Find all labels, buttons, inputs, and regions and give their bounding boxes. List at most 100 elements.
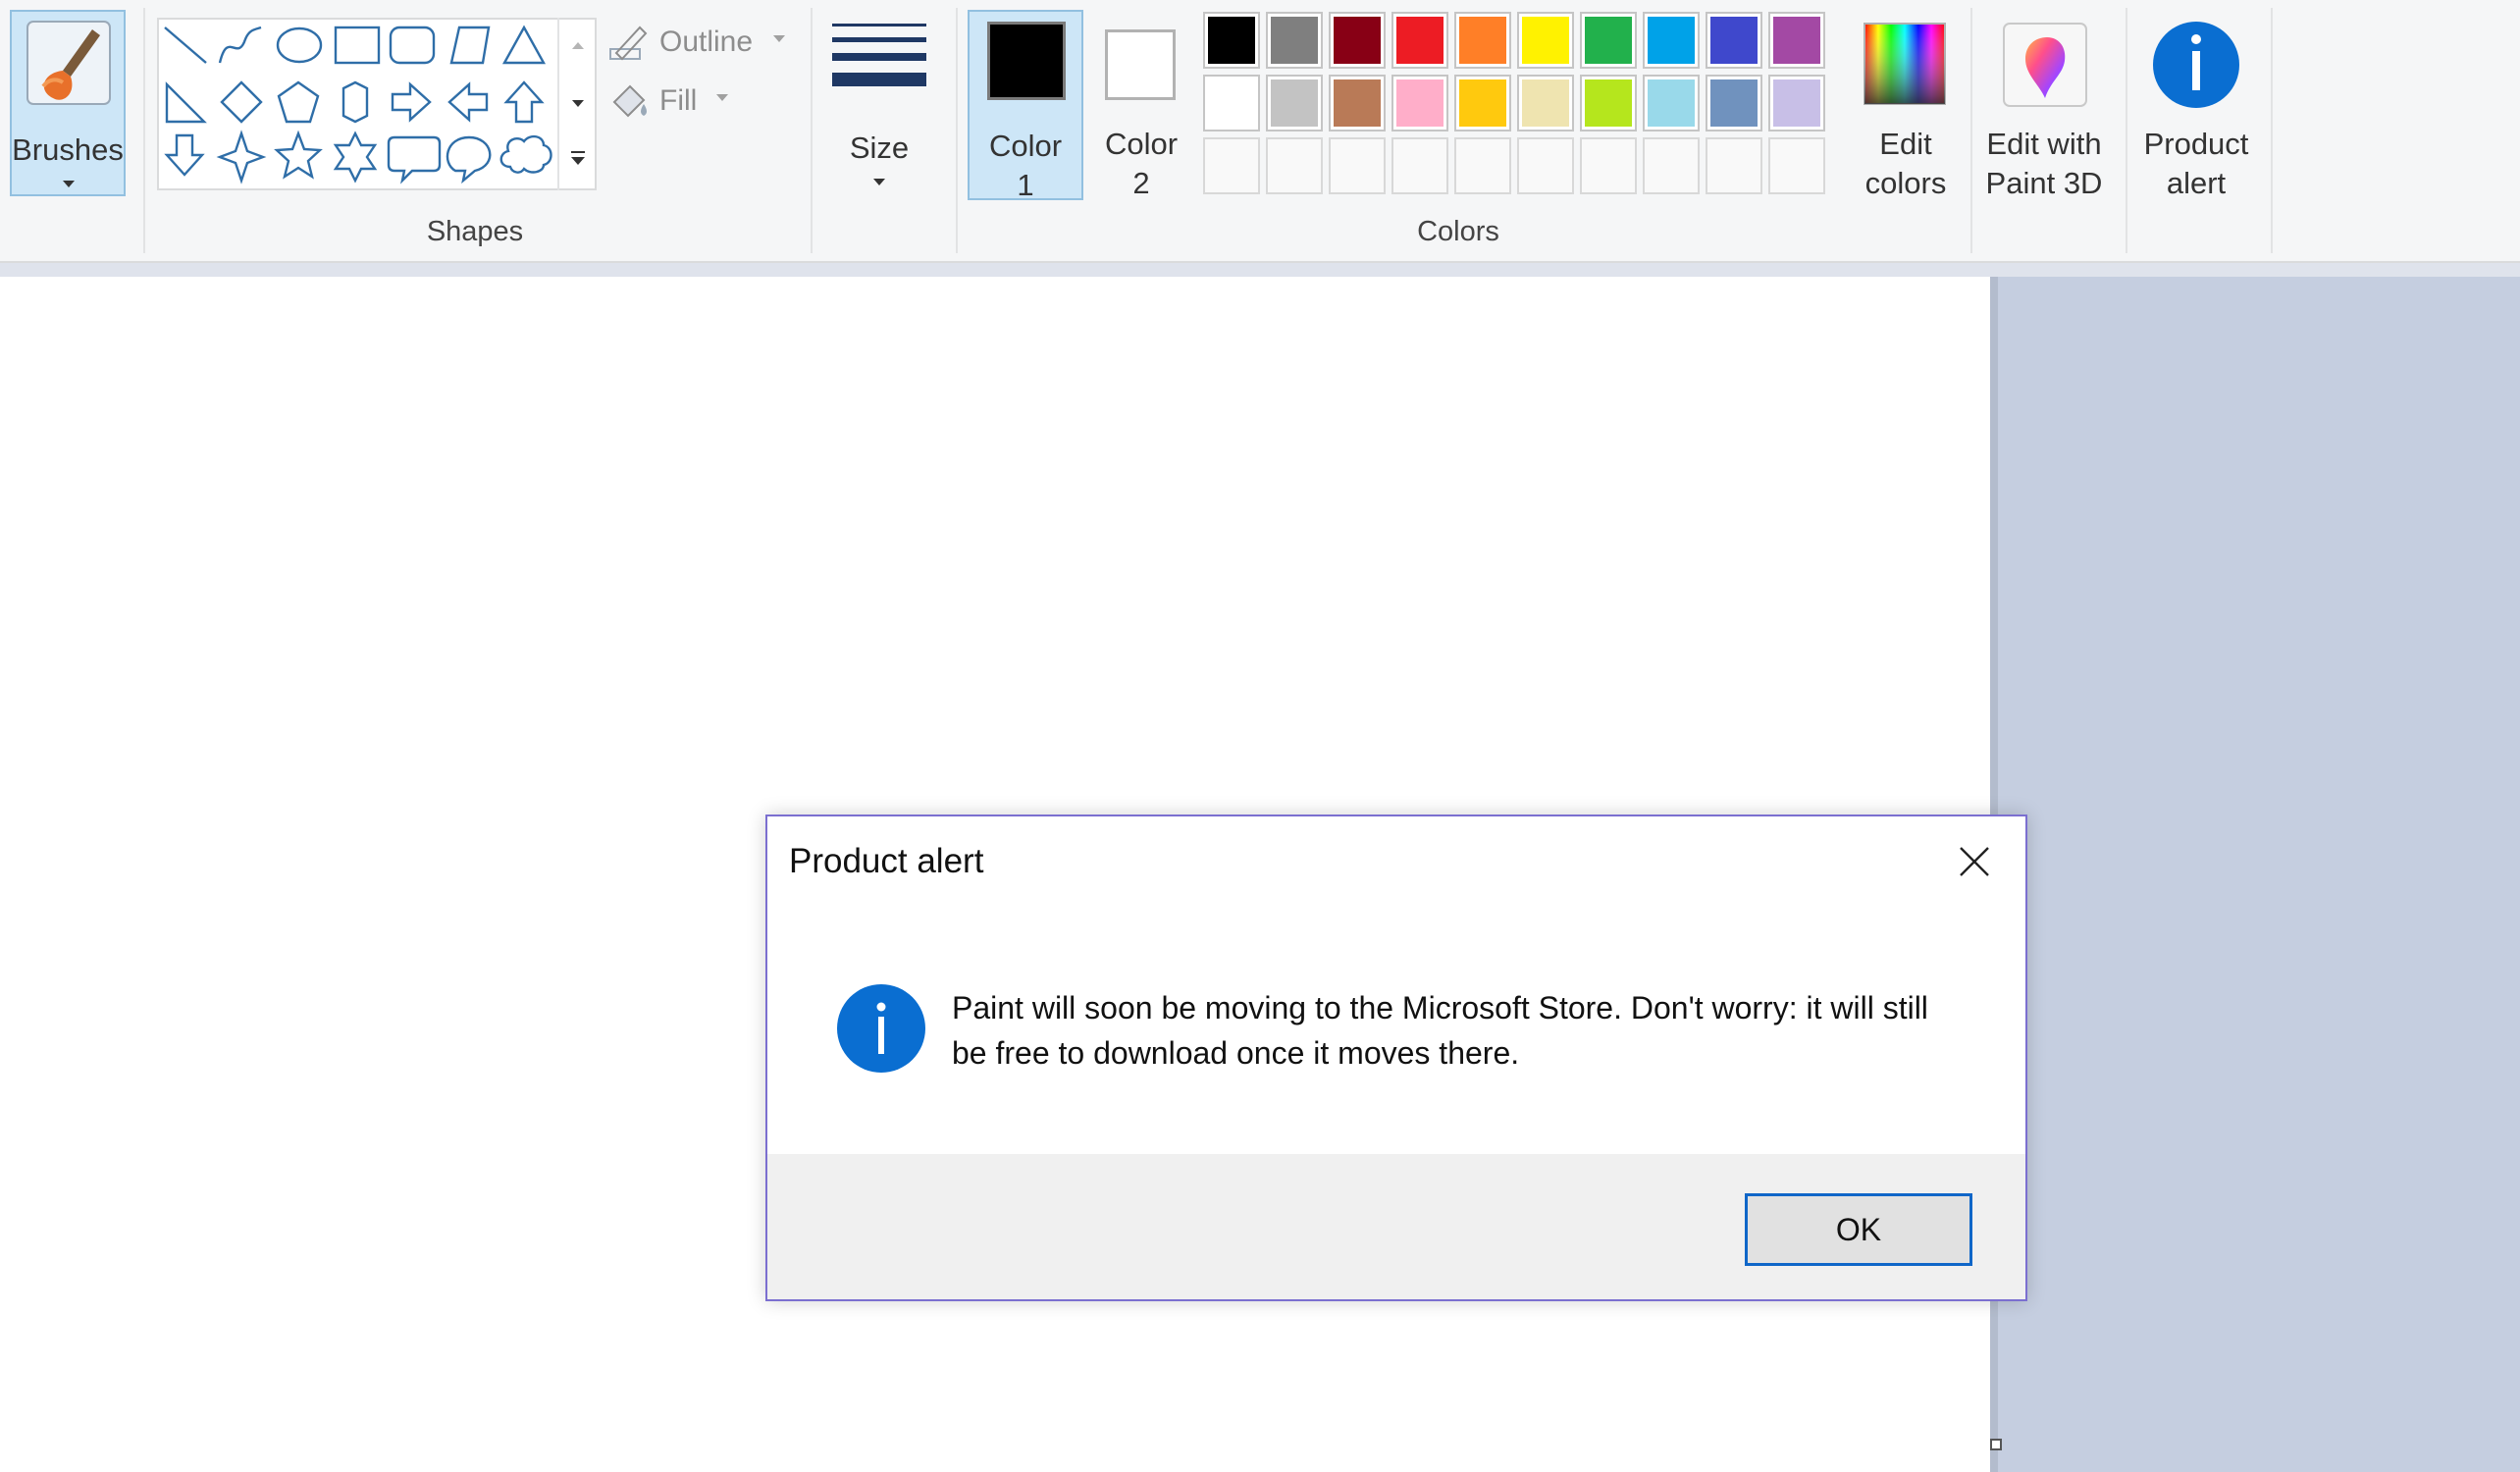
shapes-group-label: Shapes <box>426 216 524 247</box>
shapes-gallery-scrollbar <box>557 18 597 190</box>
palette-custom-slot[interactable] <box>1517 137 1574 194</box>
palette-custom-slot[interactable] <box>1454 137 1511 194</box>
pentagon-icon[interactable] <box>277 80 320 124</box>
palette-color-swatch[interactable] <box>1391 75 1448 131</box>
palette-custom-slot[interactable] <box>1329 137 1386 194</box>
product-alert-button[interactable]: Product alert <box>2133 10 2259 200</box>
palette-custom-slot[interactable] <box>1768 137 1825 194</box>
four-point-star-icon[interactable] <box>216 130 267 184</box>
up-arrow-icon[interactable] <box>503 80 545 124</box>
group-separator <box>1970 8 1972 253</box>
palette-custom-slot[interactable] <box>1643 137 1700 194</box>
scroll-up-button[interactable] <box>559 18 597 71</box>
product-alert-dialog: Product alert Paint will soon be moving … <box>765 815 2027 1301</box>
right-arrow-icon[interactable] <box>391 81 432 123</box>
edit-colors-button[interactable]: Edit colors <box>1845 10 1967 200</box>
right-triangle-icon[interactable] <box>165 81 207 124</box>
color1-button[interactable]: Color 1 <box>968 10 1083 202</box>
palette-color-swatch[interactable] <box>1203 75 1260 131</box>
color2-label-line1: Color <box>1104 127 1179 161</box>
ribbon-bottom-border <box>0 263 2520 277</box>
palette-color-swatch[interactable] <box>1266 12 1323 69</box>
palette-custom-slot[interactable] <box>1706 137 1762 194</box>
fill-button[interactable]: Fill <box>606 79 734 124</box>
group-separator <box>811 8 813 253</box>
edit-colors-line2: colors <box>1864 166 1947 200</box>
palette-color-swatch[interactable] <box>1643 75 1700 131</box>
palette-color-swatch[interactable] <box>1580 75 1637 131</box>
palette-color-swatch[interactable] <box>1454 75 1511 131</box>
palette-custom-slot[interactable] <box>1266 137 1323 194</box>
palette-color-swatch[interactable] <box>1643 12 1700 69</box>
color1-swatch <box>987 22 1066 100</box>
gallery-expand-button[interactable] <box>559 133 597 186</box>
palette-color-swatch[interactable] <box>1768 12 1825 69</box>
five-point-star-icon[interactable] <box>274 130 323 180</box>
color1-label-line2: 1 <box>1017 168 1034 202</box>
palette-color-swatch[interactable] <box>1517 12 1574 69</box>
ok-button[interactable]: OK <box>1745 1193 1972 1266</box>
trapezoid-icon[interactable] <box>449 26 491 65</box>
scroll-down-button[interactable] <box>559 77 597 130</box>
color-spectrum-icon <box>1864 23 1946 105</box>
outline-button[interactable]: Outline <box>606 20 789 65</box>
close-icon[interactable] <box>1955 842 1994 881</box>
canvas-resize-handle[interactable] <box>1990 1439 2002 1450</box>
palette-color-swatch[interactable] <box>1706 12 1762 69</box>
palette-color-swatch[interactable] <box>1517 75 1574 131</box>
rectangle-icon[interactable] <box>334 26 381 65</box>
palette-color-swatch[interactable] <box>1266 75 1323 131</box>
size-label: Size <box>849 131 910 165</box>
outline-pencil-icon <box>609 26 648 61</box>
group-separator <box>956 8 958 253</box>
rounded-callout-icon[interactable] <box>387 135 442 184</box>
palette-color-swatch[interactable] <box>1329 75 1386 131</box>
hexagon-icon[interactable] <box>341 80 369 124</box>
palette-color-swatch[interactable] <box>1329 12 1386 69</box>
brushes-label: Brushes <box>12 132 124 167</box>
paint3d-line1: Edit with <box>1986 127 2102 161</box>
paint3d-icon <box>2003 23 2087 107</box>
fill-bucket-icon <box>612 84 647 118</box>
palette-color-swatch[interactable] <box>1203 12 1260 69</box>
outline-label: Outline <box>659 26 754 58</box>
palette-custom-slot[interactable] <box>1203 137 1260 194</box>
product-alert-line2: alert <box>2166 166 2227 200</box>
palette-color-swatch[interactable] <box>1391 12 1448 69</box>
palette-color-swatch[interactable] <box>1580 12 1637 69</box>
shapes-grid <box>164 25 552 184</box>
chevron-down-icon <box>716 94 728 101</box>
colors-group-label: Colors <box>1417 216 1499 247</box>
shapes-gallery <box>157 18 597 190</box>
palette-color-swatch[interactable] <box>1706 75 1762 131</box>
six-point-star-icon[interactable] <box>333 131 378 184</box>
curve-icon[interactable] <box>218 26 262 64</box>
brushes-button[interactable]: Brushes <box>10 10 126 196</box>
left-arrow-icon[interactable] <box>447 81 489 123</box>
palette-color-swatch[interactable] <box>1454 12 1511 69</box>
cloud-callout-icon[interactable] <box>499 134 552 174</box>
dialog-message: Paint will soon be moving to the Microso… <box>952 990 1928 1071</box>
rounded-rectangle-icon[interactable] <box>389 26 436 65</box>
line-icon[interactable] <box>164 26 207 64</box>
edit-with-paint3d-button[interactable]: Edit with Paint 3D <box>1978 10 2110 200</box>
color2-button[interactable]: Color 2 <box>1083 10 1199 200</box>
color-palette <box>1203 12 1841 204</box>
down-arrow-icon[interactable] <box>164 133 205 177</box>
product-alert-line1: Product <box>2143 127 2249 161</box>
diamond-icon[interactable] <box>220 80 263 124</box>
color1-label-line1: Color <box>988 129 1063 163</box>
group-separator <box>2271 8 2273 253</box>
paint3d-line2: Paint 3D <box>1985 166 2103 200</box>
chevron-down-icon <box>873 179 885 185</box>
palette-custom-slot[interactable] <box>1391 137 1448 194</box>
oval-callout-icon[interactable] <box>446 135 492 184</box>
dialog-title: Product alert <box>789 842 984 880</box>
info-icon <box>2153 22 2239 108</box>
triangle-icon[interactable] <box>501 25 547 65</box>
palette-custom-slot[interactable] <box>1580 137 1637 194</box>
palette-color-swatch[interactable] <box>1768 75 1825 131</box>
size-button[interactable]: Size <box>820 10 938 196</box>
chevron-down-icon <box>773 35 785 42</box>
oval-icon[interactable] <box>276 26 323 64</box>
